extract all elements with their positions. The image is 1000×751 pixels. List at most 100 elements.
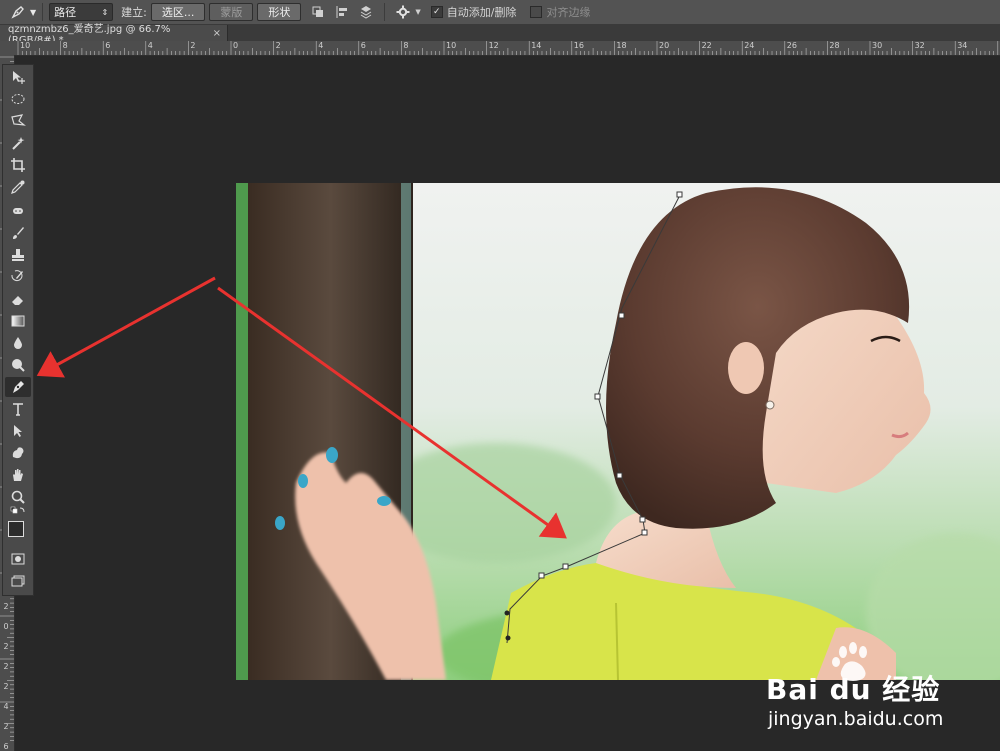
eraser-icon <box>12 296 23 305</box>
ruler-label: 6 <box>3 742 9 751</box>
watermark-url: jingyan.baidu.com <box>768 708 944 730</box>
ellipse-marquee-icon <box>11 94 25 104</box>
gradient-tool[interactable] <box>5 311 31 331</box>
ruler-label: 30 <box>872 41 883 50</box>
ruler-label: 24 <box>744 41 755 50</box>
water-drop-icon <box>14 337 22 349</box>
ruler-label: 22 <box>701 41 712 50</box>
ruler-label: 0 <box>3 622 9 631</box>
checkbox-unchecked-icon <box>530 6 543 18</box>
ruler-label: 20 <box>659 41 670 50</box>
marquee-tool[interactable] <box>5 89 31 109</box>
move-icon <box>13 71 25 84</box>
brush-icon <box>13 227 24 239</box>
ruler-label: 16 <box>573 41 584 50</box>
eraser-tool[interactable] <box>5 289 31 309</box>
path-alignment-icon[interactable] <box>335 5 349 19</box>
crop-icon <box>11 158 25 172</box>
ruler-label: 4 <box>318 41 324 50</box>
auto-add-delete-label: 自动添加/删除 <box>446 6 517 19</box>
document-tab[interactable]: qzmnzmbz6_爱奇艺.jpg @ 66.7%(RGB/8#) * × <box>0 24 228 46</box>
quick-mask-icon <box>11 553 25 565</box>
foreground-color[interactable] <box>8 521 24 537</box>
hand-icon <box>13 469 23 481</box>
default-colors-icon <box>10 506 25 514</box>
magic-wand-tool[interactable] <box>5 133 31 153</box>
clone-stamp-tool[interactable] <box>5 245 31 265</box>
hand-tool[interactable] <box>5 465 31 485</box>
ruler-label: 12 <box>488 41 499 50</box>
eyedropper-icon <box>11 180 25 194</box>
tool-preset-picker[interactable]: ▼ <box>10 4 36 20</box>
horizontal-ruler[interactable]: 10 8 6 4 2 0 2 4 6 8 10 12 14 16 18 20 22 24 26 28 30 32 34 <box>14 41 1000 56</box>
zoom-tool[interactable] <box>5 487 31 507</box>
stamp-icon <box>12 249 24 261</box>
divider <box>384 3 386 21</box>
ruler-label: 2 <box>190 41 196 50</box>
eyedropper-tool[interactable] <box>5 177 31 197</box>
magic-wand-icon <box>12 137 25 150</box>
make-label: 建立: <box>121 6 147 19</box>
path-selection-tool[interactable] <box>5 421 31 441</box>
type-tool[interactable] <box>5 399 31 419</box>
gradient-icon <box>11 315 25 327</box>
blur-tool[interactable] <box>5 333 31 353</box>
path-operations-icon[interactable] <box>311 5 325 19</box>
move-tool[interactable] <box>5 67 31 87</box>
crop-tool[interactable] <box>5 155 31 175</box>
ruler-origin[interactable] <box>0 41 15 56</box>
updown-icon: ⇕ <box>101 7 109 17</box>
history-brush-icon <box>11 270 23 282</box>
bandage-icon <box>13 208 23 214</box>
ruler-label: 8 <box>403 41 409 50</box>
path-arrangement-icon[interactable] <box>359 5 373 19</box>
ruler-label: 6 <box>105 41 111 50</box>
selection-button[interactable]: 选区... <box>150 3 206 21</box>
ruler-label: 4 <box>3 702 9 711</box>
arrow-pointer-icon <box>14 425 22 437</box>
quick-mask-button[interactable] <box>5 549 31 569</box>
brush-tool[interactable] <box>5 223 31 243</box>
canvas-photo[interactable] <box>236 183 1000 680</box>
chevron-down-icon[interactable]: ▼ <box>415 8 420 16</box>
align-edges-label: 对齐边缘 <box>546 6 591 19</box>
healing-brush-tool[interactable] <box>5 201 31 221</box>
custom-shape-tool[interactable] <box>5 443 31 463</box>
ruler-label: 0 <box>233 41 239 50</box>
mask-button[interactable]: 蒙版 <box>209 3 254 21</box>
checkbox-checked-icon: ✓ <box>430 6 443 18</box>
close-icon[interactable]: × <box>213 28 221 39</box>
history-brush-tool[interactable] <box>5 267 31 287</box>
divider <box>42 3 44 21</box>
document-tab-bar: qzmnzmbz6_爱奇艺.jpg @ 66.7%(RGB/8#) * × <box>0 24 1000 46</box>
mode-select[interactable]: 路径 ⇕ <box>49 3 114 21</box>
chevron-down-icon: ▼ <box>30 7 37 17</box>
ruler-label: 4 <box>147 41 153 50</box>
auto-add-delete-checkbox[interactable]: ✓ 自动添加/删除 <box>430 4 517 20</box>
ruler-label: 2 <box>3 642 9 651</box>
ruler-label: 10 <box>446 41 457 50</box>
ruler-label: 2 <box>275 41 281 50</box>
screen-mode-icon <box>11 575 25 587</box>
arrow-to-pen-tool <box>36 276 216 378</box>
mode-select-value: 路径 <box>54 6 77 19</box>
ruler-label: 2 <box>3 722 9 731</box>
pen-tool[interactable] <box>5 377 31 397</box>
dodge-icon <box>12 359 25 372</box>
ruler-label: 6 <box>360 41 366 50</box>
toolbox <box>2 64 34 596</box>
ruler-label: 28 <box>829 41 840 50</box>
swap-colors[interactable] <box>5 505 31 519</box>
magnifier-icon <box>11 490 25 504</box>
ruler-label: 8 <box>62 41 68 50</box>
shape-icon <box>12 447 24 459</box>
dodge-tool[interactable] <box>5 355 31 375</box>
polygon-lasso-icon <box>11 114 26 126</box>
shape-button[interactable]: 形状 <box>257 3 302 21</box>
ruler-label: 10 <box>20 41 31 50</box>
gear-icon[interactable] <box>396 5 410 19</box>
screen-mode-button[interactable] <box>5 571 31 591</box>
ruler-label: 2 <box>3 602 9 611</box>
align-edges-checkbox[interactable]: 对齐边缘 <box>530 4 590 20</box>
lasso-tool[interactable] <box>5 111 31 131</box>
